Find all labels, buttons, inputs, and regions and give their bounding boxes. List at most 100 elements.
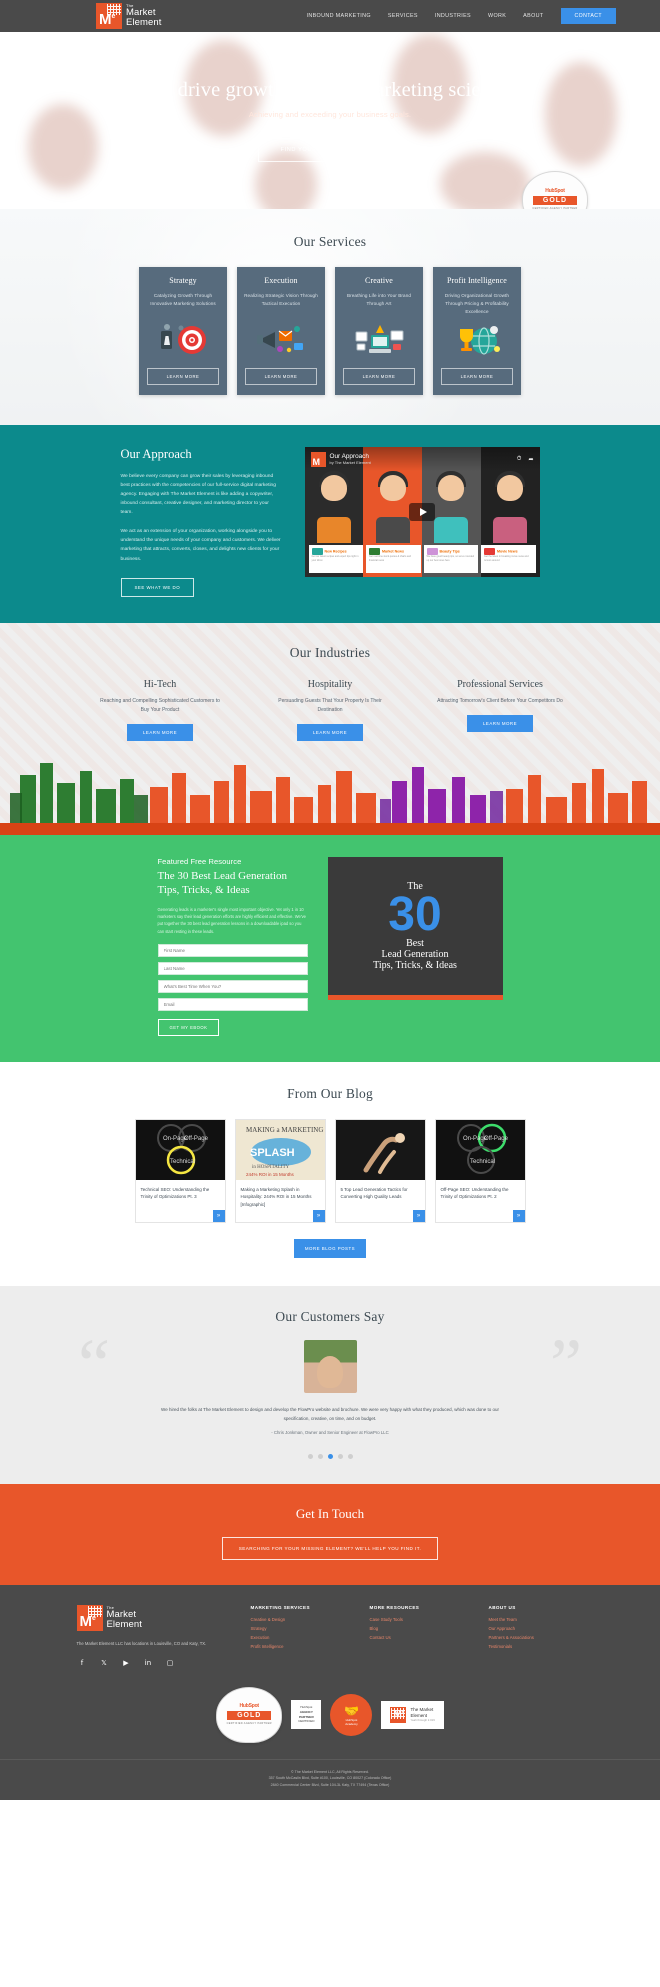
- nav-item-work[interactable]: WORK: [488, 13, 506, 19]
- service-card-strategy[interactable]: Strategy Catalyzing Growth Through Innov…: [139, 267, 227, 395]
- footer-link-strategy[interactable]: Strategy: [251, 1626, 346, 1631]
- svg-text:MAKING a MARKETING: MAKING a MARKETING: [246, 1126, 323, 1134]
- service-learn-more-button[interactable]: LEARN MORE: [441, 368, 513, 385]
- first-name-input[interactable]: [157, 944, 308, 957]
- footer-legal: © The Market Element LLC, All Rights Res…: [0, 1758, 660, 1800]
- svg-text:Technical: Technical: [170, 1159, 195, 1165]
- linkedin-icon[interactable]: in: [143, 1658, 154, 1669]
- watch-later-icon[interactable]: ⏱: [517, 456, 522, 463]
- blog-post-card[interactable]: MAKING a MARKETING SPLASH in HOSPITALITY…: [234, 1119, 326, 1223]
- service-desc: Catalyzing Growth Through Innovative Mar…: [150, 293, 216, 307]
- instagram-icon[interactable]: ▢: [165, 1658, 176, 1669]
- hero-cta-button[interactable]: FIND YOUR MISSING ELEMENT: [257, 138, 403, 162]
- nav-item-services[interactable]: SERVICES: [388, 13, 418, 19]
- service-card-creative[interactable]: Creative Breathing Life into Your Brand …: [335, 267, 423, 395]
- footer-link-profit-intelligence[interactable]: Profit Intelligence: [251, 1644, 346, 1649]
- footer-link-case-study-tools[interactable]: Case Study Tools: [370, 1617, 465, 1622]
- footer-link-partners-associations[interactable]: Partners & Associations: [489, 1635, 584, 1640]
- youtube-icon[interactable]: ▶: [121, 1658, 132, 1669]
- testimonial-attribution: - Chris Jonkman, Owner and Senior Engine…: [271, 1430, 389, 1436]
- site-header: Me The Market Element INBOUND MARKETING …: [0, 0, 660, 32]
- testimonial-dot[interactable]: [347, 1454, 353, 1460]
- resource-desc: Generating leads is a marketer's single …: [157, 906, 306, 934]
- blog-grid: On-Page Off-Page Technical Technical SEO…: [0, 1119, 660, 1223]
- facebook-icon[interactable]: f: [77, 1658, 88, 1669]
- legal-copyright: © The Market Element LLC, All Rights Res…: [291, 1769, 369, 1774]
- last-name-input[interactable]: [157, 962, 308, 975]
- nav-contact-button[interactable]: CONTACT: [560, 8, 616, 24]
- blog-post-arrow-button[interactable]: »: [212, 1210, 225, 1222]
- industry-title: Professional Services: [457, 678, 543, 690]
- testimonial-quote: We hired the folks at The Market Element…: [161, 1407, 499, 1421]
- services-section: Our Services Strategy Catalyzing Growth …: [0, 209, 660, 425]
- testimonial-dot[interactable]: [317, 1454, 323, 1460]
- twitter-icon[interactable]: 𝕏: [99, 1658, 110, 1669]
- industry-learn-more-button[interactable]: LEARN MORE: [126, 724, 194, 742]
- testimonial-section: Our Customers Say “ ” We hired the folks…: [0, 1286, 660, 1485]
- footer-link-blog[interactable]: Blog: [370, 1626, 465, 1631]
- blog-post-card[interactable]: On-Page Off-Page Technical Technical SEO…: [134, 1119, 226, 1223]
- footer-col-heading: MARKETING SERVICES: [250, 1605, 310, 1611]
- footer-link-testimonials[interactable]: Testimonials: [489, 1644, 584, 1649]
- industry-desc: Persuading Guests That Your Property Is …: [278, 697, 382, 713]
- footer-col-more-resources: MORE RESOURCES Case Study Tools Blog Con…: [370, 1605, 465, 1669]
- service-learn-more-button[interactable]: LEARN MORE: [343, 368, 415, 385]
- testimonial-dot[interactable]: [337, 1454, 343, 1460]
- testimonial-dot[interactable]: [307, 1454, 313, 1460]
- industry-learn-more-button[interactable]: LEARN MORE: [466, 714, 534, 732]
- footer-link-execution[interactable]: Execution: [251, 1635, 346, 1640]
- approach-paragraph-1: We believe every company can grow their …: [120, 474, 276, 516]
- testimonial-pagination: [0, 1454, 660, 1460]
- approach-cta-button[interactable]: SEE WHAT WE DO: [120, 577, 195, 597]
- blog-post-arrow-button[interactable]: »: [312, 1210, 325, 1222]
- more-blog-posts-button[interactable]: MORE BLOG POSTS: [294, 1239, 366, 1258]
- industry-learn-more-button[interactable]: LEARN MORE: [296, 724, 364, 742]
- industry-desc: Attracting Tomorrow's Client Before Your…: [437, 697, 563, 704]
- footer-hubspot-academy-badge: 🤝 HubSpot Academy: [330, 1693, 373, 1736]
- service-learn-more-button[interactable]: LEARN MORE: [245, 368, 317, 385]
- footer-link-meet-the-team[interactable]: Meet the Team: [489, 1617, 584, 1622]
- partner-l2: AGENCY: [299, 1710, 313, 1715]
- contact-cta-button[interactable]: SEARCHING FOR YOUR MISSING ELEMENT? WE'L…: [221, 1537, 439, 1561]
- footer-link-contact-us[interactable]: Contact Us: [370, 1635, 465, 1640]
- badge-level: GOLD: [532, 195, 578, 205]
- svg-text:244% ROI in 15 Months: 244% ROI in 15 Months: [246, 1172, 295, 1177]
- service-learn-more-button[interactable]: LEARN MORE: [147, 368, 219, 385]
- site-logo[interactable]: Me The Market Element: [96, 3, 162, 29]
- nav-item-industries[interactable]: INDUSTRIES: [435, 13, 471, 19]
- share-icon[interactable]: ➦: [528, 456, 533, 463]
- testimonial-dot-active[interactable]: [327, 1454, 333, 1460]
- service-card-profit-intelligence[interactable]: Profit Intelligence Driving Organization…: [433, 267, 521, 395]
- best-time-input[interactable]: [157, 980, 308, 993]
- featured-resource-section: Featured Free Resource The 30 Best Lead …: [0, 835, 660, 1062]
- svg-text:in HOSPITALITY: in HOSPITALITY: [252, 1165, 290, 1170]
- video-card: Market News Get real-time stock quotes &…: [366, 545, 421, 573]
- get-ebook-button[interactable]: GET MY EBOOK: [157, 1019, 220, 1036]
- service-title: Profit Intelligence: [447, 276, 507, 285]
- blog-post-arrow-button[interactable]: »: [512, 1210, 525, 1222]
- footer-address: The Market Element LLC has locations in …: [76, 1641, 207, 1647]
- onpage-offpage-technical-venn-icon: On-Page Off-Page Technical: [135, 1120, 225, 1180]
- blog-post-arrow-button[interactable]: »: [412, 1210, 425, 1222]
- me-badge-l3: Yeah through 2.019: [410, 1717, 435, 1722]
- target-strategy-icon: [157, 321, 209, 361]
- logo-mark-icon: Me: [96, 3, 122, 29]
- ebook-cover: The 30 Best Lead Generation Tips, Tricks…: [327, 857, 503, 1001]
- quote-open-icon: “: [78, 1324, 110, 1404]
- footer-link-creative-design[interactable]: Creative & Design: [251, 1617, 346, 1622]
- contact-title: Get In Touch: [295, 1506, 365, 1522]
- dark-hands-photo-icon: [335, 1120, 425, 1180]
- svg-text:SPLASH: SPLASH: [250, 1147, 295, 1159]
- footer-hubspot-gold-badge: HubSpot GOLD CERTIFIED AGENCY PARTNER: [216, 1686, 283, 1743]
- nav-item-about[interactable]: ABOUT: [523, 13, 543, 19]
- service-card-execution[interactable]: Execution Realizing Strategic Vision Thr…: [237, 267, 325, 395]
- blog-post-card[interactable]: On-Page Off-Page Technical Off-Page SEO:…: [434, 1119, 526, 1223]
- video-card-title: Beauty Tips: [439, 549, 460, 554]
- email-input[interactable]: [157, 998, 308, 1011]
- footer-link-our-approach[interactable]: Our Approach: [489, 1626, 584, 1631]
- approach-video-player[interactable]: Our Approach by The Market Element ⏱ ➦ N…: [304, 447, 540, 577]
- nav-item-inbound-marketing[interactable]: INBOUND MARKETING: [307, 13, 371, 19]
- blog-post-card[interactable]: 5 Top Lead Generation Tactics for Conver…: [334, 1119, 426, 1223]
- video-play-button[interactable]: [409, 503, 435, 521]
- footer-logo[interactable]: Me The Market Element: [76, 1605, 227, 1632]
